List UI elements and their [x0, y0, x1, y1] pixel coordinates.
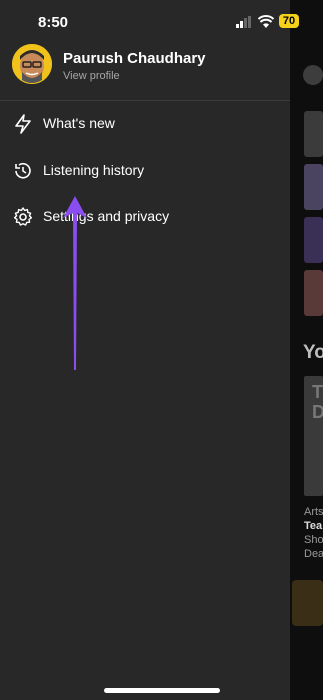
background-thumbnail — [304, 270, 323, 316]
side-drawer: Paurush Chaudhary View profile What's ne… — [0, 0, 290, 700]
battery-indicator: 70 — [279, 14, 299, 28]
menu-item-listening-history[interactable]: Listening history — [0, 151, 290, 191]
profile-name: Paurush Chaudhary — [63, 50, 206, 67]
background-thumbnail — [304, 217, 323, 263]
divider — [0, 100, 290, 101]
history-icon — [12, 160, 34, 182]
menu-item-settings-and-privacy[interactable]: Settings and privacy — [0, 197, 290, 237]
wifi-icon — [258, 15, 274, 28]
profile-row[interactable]: Paurush Chaudhary View profile — [12, 44, 282, 88]
home-indicator[interactable] — [104, 688, 220, 693]
background-thumbnail — [304, 111, 323, 157]
menu-item-label: What's new — [43, 115, 115, 131]
status-time: 8:50 — [38, 14, 69, 31]
background-card-text: Sho — [304, 534, 323, 546]
background-mini-player — [292, 580, 323, 626]
annotation-arrow — [63, 196, 87, 370]
background-card-text: Dea — [304, 548, 323, 560]
background-thumbnail — [304, 164, 323, 210]
gear-icon — [12, 206, 34, 228]
background-card-text: Arts — [304, 506, 323, 518]
status-bar: 8:50 70 — [0, 12, 323, 32]
view-profile-link[interactable]: View profile — [63, 70, 120, 82]
signal-icon — [236, 16, 251, 28]
menu-item-label: Listening history — [43, 162, 145, 178]
background-card-text: Tea — [304, 520, 323, 532]
background-avatar — [303, 65, 323, 85]
menu-item-whats-new[interactable]: What's new — [0, 104, 290, 144]
avatar — [12, 44, 52, 84]
background-heading: Yo — [303, 342, 323, 363]
background-app-panel: Yo T D Arts Tea Sho Dea — [290, 0, 323, 700]
background-card: T D — [304, 376, 323, 496]
lightning-icon — [12, 113, 34, 135]
